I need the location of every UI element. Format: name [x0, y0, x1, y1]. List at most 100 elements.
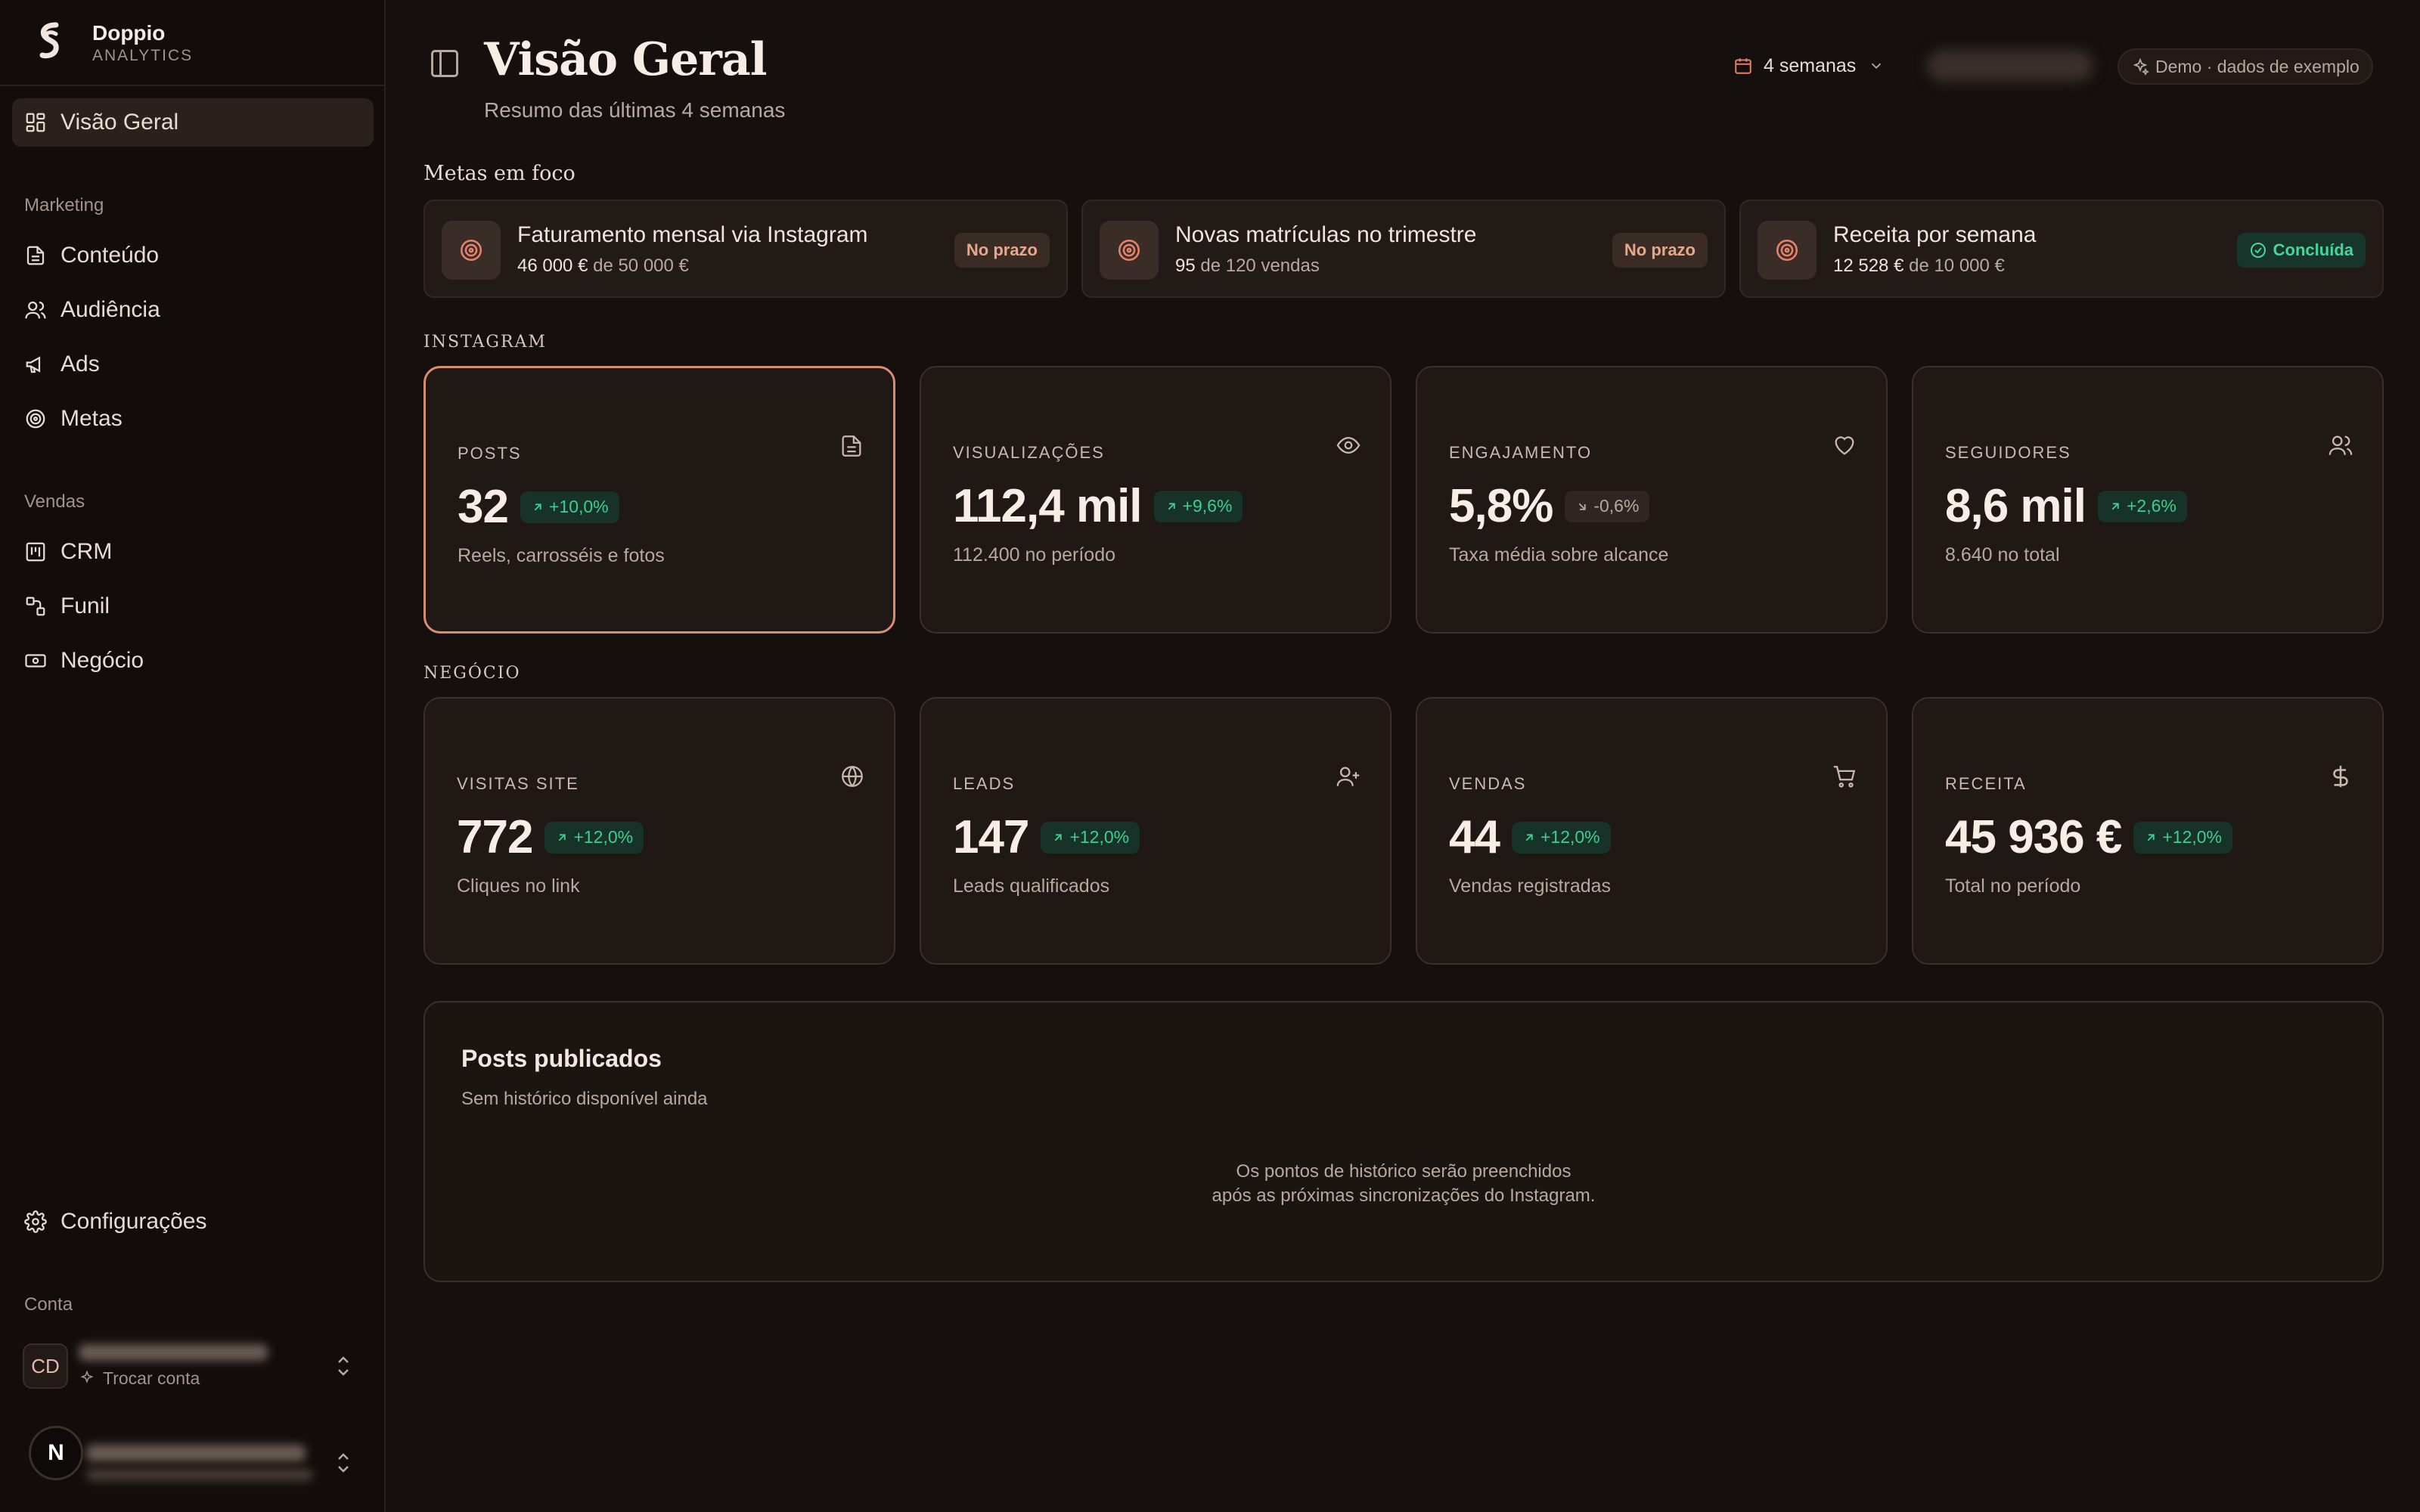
- delta-badge: -0,6%: [1565, 490, 1650, 522]
- period-selector[interactable]: 4 semanas: [1733, 50, 1885, 82]
- sparkles-icon: [80, 1370, 94, 1383]
- kpi-value: 32: [458, 481, 509, 533]
- goal-progress: 95 de 120 vendas: [1175, 256, 1320, 276]
- goal-card[interactable]: Faturamento mensal via Instagram 46 000 …: [424, 200, 1068, 298]
- kpi-card-views[interactable]: VISUALIZAÇÕES 112,4 mil +9,6% 112.400 no…: [920, 366, 1392, 634]
- workspace-detail-redacted: [86, 1469, 313, 1481]
- kpi-card-sales[interactable]: VENDAS 44 +12,0% Vendas registradas: [1416, 697, 1888, 965]
- account-name-redacted: [79, 1343, 268, 1361]
- goals-section-title: Metas em foco: [424, 162, 576, 185]
- kpi-subtitle: 8.640 no total: [1945, 544, 2060, 565]
- sidebar-item-settings[interactable]: Configurações: [12, 1198, 374, 1246]
- cart-icon: [1833, 766, 1856, 788]
- kpi-subtitle: Total no período: [1945, 875, 2081, 897]
- sidebar-item-funnel[interactable]: Funil: [12, 582, 374, 631]
- sidebar-item-label: Negócio: [60, 648, 144, 673]
- period-label: 4 semanas: [1764, 54, 1857, 76]
- goal-icon-box: [442, 221, 501, 280]
- sidebar-item-overview[interactable]: Visão Geral: [12, 98, 374, 147]
- sidebar-item-audience[interactable]: Audiência: [12, 286, 374, 334]
- dashboard-icon: [26, 113, 45, 132]
- kpi-card-site-visits[interactable]: VISITAS SITE 772 +12,0% Cliques no link: [424, 697, 895, 965]
- status-badge: No prazo: [1612, 233, 1708, 268]
- sidebar-item-label: CRM: [60, 539, 113, 564]
- kpi-value: 5,8%: [1449, 480, 1553, 532]
- sidebar-toggle-icon[interactable]: [428, 47, 461, 80]
- delta-badge: +12,0%: [1511, 821, 1611, 854]
- sidebar-item-label: Funil: [60, 593, 110, 618]
- brand[interactable]: Doppio ANALYTICS: [33, 17, 193, 70]
- users-icon: [2328, 435, 2353, 455]
- sidebar: Doppio ANALYTICS Visão Geral Marketing C…: [0, 0, 386, 1512]
- kpi-value-row: 32 +10,0%: [458, 480, 619, 534]
- workspace-name-redacted: [86, 1445, 306, 1461]
- delta-badge: +2,6%: [2098, 490, 2187, 522]
- nav-group-sales: Vendas: [24, 491, 85, 512]
- goal-card[interactable]: Receita por semana 12 528 € de 10 000 € …: [1739, 200, 2384, 298]
- goal-progress: 46 000 € de 50 000 €: [517, 256, 689, 276]
- business-section-caption: NEGÓCIO: [424, 664, 521, 683]
- arrow-up-right-icon: [534, 503, 541, 510]
- floating-action-button[interactable]: N: [29, 1426, 83, 1480]
- arrow-down-right-icon: [1578, 503, 1587, 510]
- kpi-subtitle: Cliques no link: [457, 875, 580, 897]
- kpi-value-row: 772 +12,0%: [457, 810, 644, 864]
- posts-card-title: Posts publicados: [461, 1045, 662, 1072]
- kpi-card-leads[interactable]: LEADS 147 +12,0% Leads qualificados: [920, 697, 1392, 965]
- sidebar-item-label: Visão Geral: [60, 110, 179, 135]
- kpi-card-followers[interactable]: SEGUIDORES 8,6 mil +2,6% 8.640 no total: [1912, 366, 2384, 634]
- delta-badge: +9,6%: [1153, 490, 1243, 522]
- goal-card[interactable]: Novas matrículas no trimestre 95 de 120 …: [1081, 200, 1726, 298]
- arrow-up-right-icon: [1055, 833, 1063, 841]
- kpi-value: 772: [457, 811, 533, 863]
- kpi-value: 112,4 mil: [953, 480, 1143, 532]
- goal-icon-box: [1100, 221, 1159, 280]
- kpi-value: 147: [953, 811, 1029, 863]
- kpi-label: RECEITA: [1945, 774, 2027, 793]
- switch-account-label: Trocar conta: [103, 1368, 200, 1388]
- redacted-pill[interactable]: [1927, 50, 2093, 82]
- arrow-up-right-icon: [559, 833, 566, 841]
- sidebar-item-crm[interactable]: CRM: [12, 528, 374, 576]
- sidebar-item-content[interactable]: Conteúdo: [12, 231, 374, 280]
- chevron-up-down-icon: [338, 1453, 349, 1473]
- main-content: Visão Geral Resumo das últimas 4 semanas…: [387, 0, 2420, 1512]
- sidebar-item-goals[interactable]: Metas: [12, 395, 374, 443]
- user-plus-icon: [1336, 767, 1360, 786]
- page-subtitle: Resumo das últimas 4 semanas: [484, 98, 786, 122]
- kpi-subtitle: Reels, carrosséis e fotos: [458, 545, 665, 566]
- sidebar-item-business[interactable]: Negócio: [12, 637, 374, 685]
- brand-name: Doppio: [92, 21, 166, 45]
- goal-name: Faturamento mensal via Instagram: [517, 222, 868, 247]
- check-circle-icon: [2250, 243, 2266, 258]
- kpi-label: VISITAS SITE: [457, 774, 579, 793]
- avatar: CD: [23, 1343, 68, 1389]
- kpi-card-revenue[interactable]: RECEITA 45 936 € +12,0% Total no período: [1912, 697, 2384, 965]
- arrow-up-right-icon: [2111, 502, 2119, 510]
- kpi-value-row: 44 +12,0%: [1449, 810, 1611, 864]
- target-icon: [460, 239, 482, 262]
- arrow-up-right-icon: [1168, 502, 1175, 510]
- account-switcher[interactable]: CD Trocar conta: [23, 1340, 363, 1393]
- megaphone-icon: [26, 356, 41, 373]
- banknote-icon: [25, 654, 46, 668]
- kpi-value-row: 45 936 € +12,0%: [1945, 810, 2232, 864]
- sidebar-item-label: Conteúdo: [60, 243, 160, 268]
- kpi-value-row: 8,6 mil +2,6%: [1945, 479, 2187, 533]
- eye-icon: [1336, 436, 1360, 454]
- brand-logo-icon: [39, 22, 59, 59]
- kpi-card-engagement[interactable]: ENGAJAMENTO 5,8% -0,6% Taxa média sobre …: [1416, 366, 1888, 634]
- kanban-icon: [26, 542, 45, 562]
- kpi-label: SEGUIDORES: [1945, 443, 2071, 462]
- kpi-value-row: 112,4 mil +9,6%: [953, 479, 1243, 533]
- delta-badge: +12,0%: [2133, 821, 2232, 854]
- arrow-up-right-icon: [1525, 833, 1533, 841]
- delta-badge: +10,0%: [520, 491, 619, 523]
- kpi-subtitle: Leads qualificados: [953, 875, 1110, 897]
- arrow-up-right-icon: [2147, 833, 2155, 841]
- globe-icon: [842, 766, 863, 787]
- target-icon: [1118, 239, 1140, 262]
- kpi-card-posts[interactable]: POSTS 32 +10,0% Reels, carrosséis e foto…: [424, 366, 895, 634]
- sidebar-item-ads[interactable]: Ads: [12, 340, 374, 389]
- nav-group-account: Conta: [24, 1294, 73, 1315]
